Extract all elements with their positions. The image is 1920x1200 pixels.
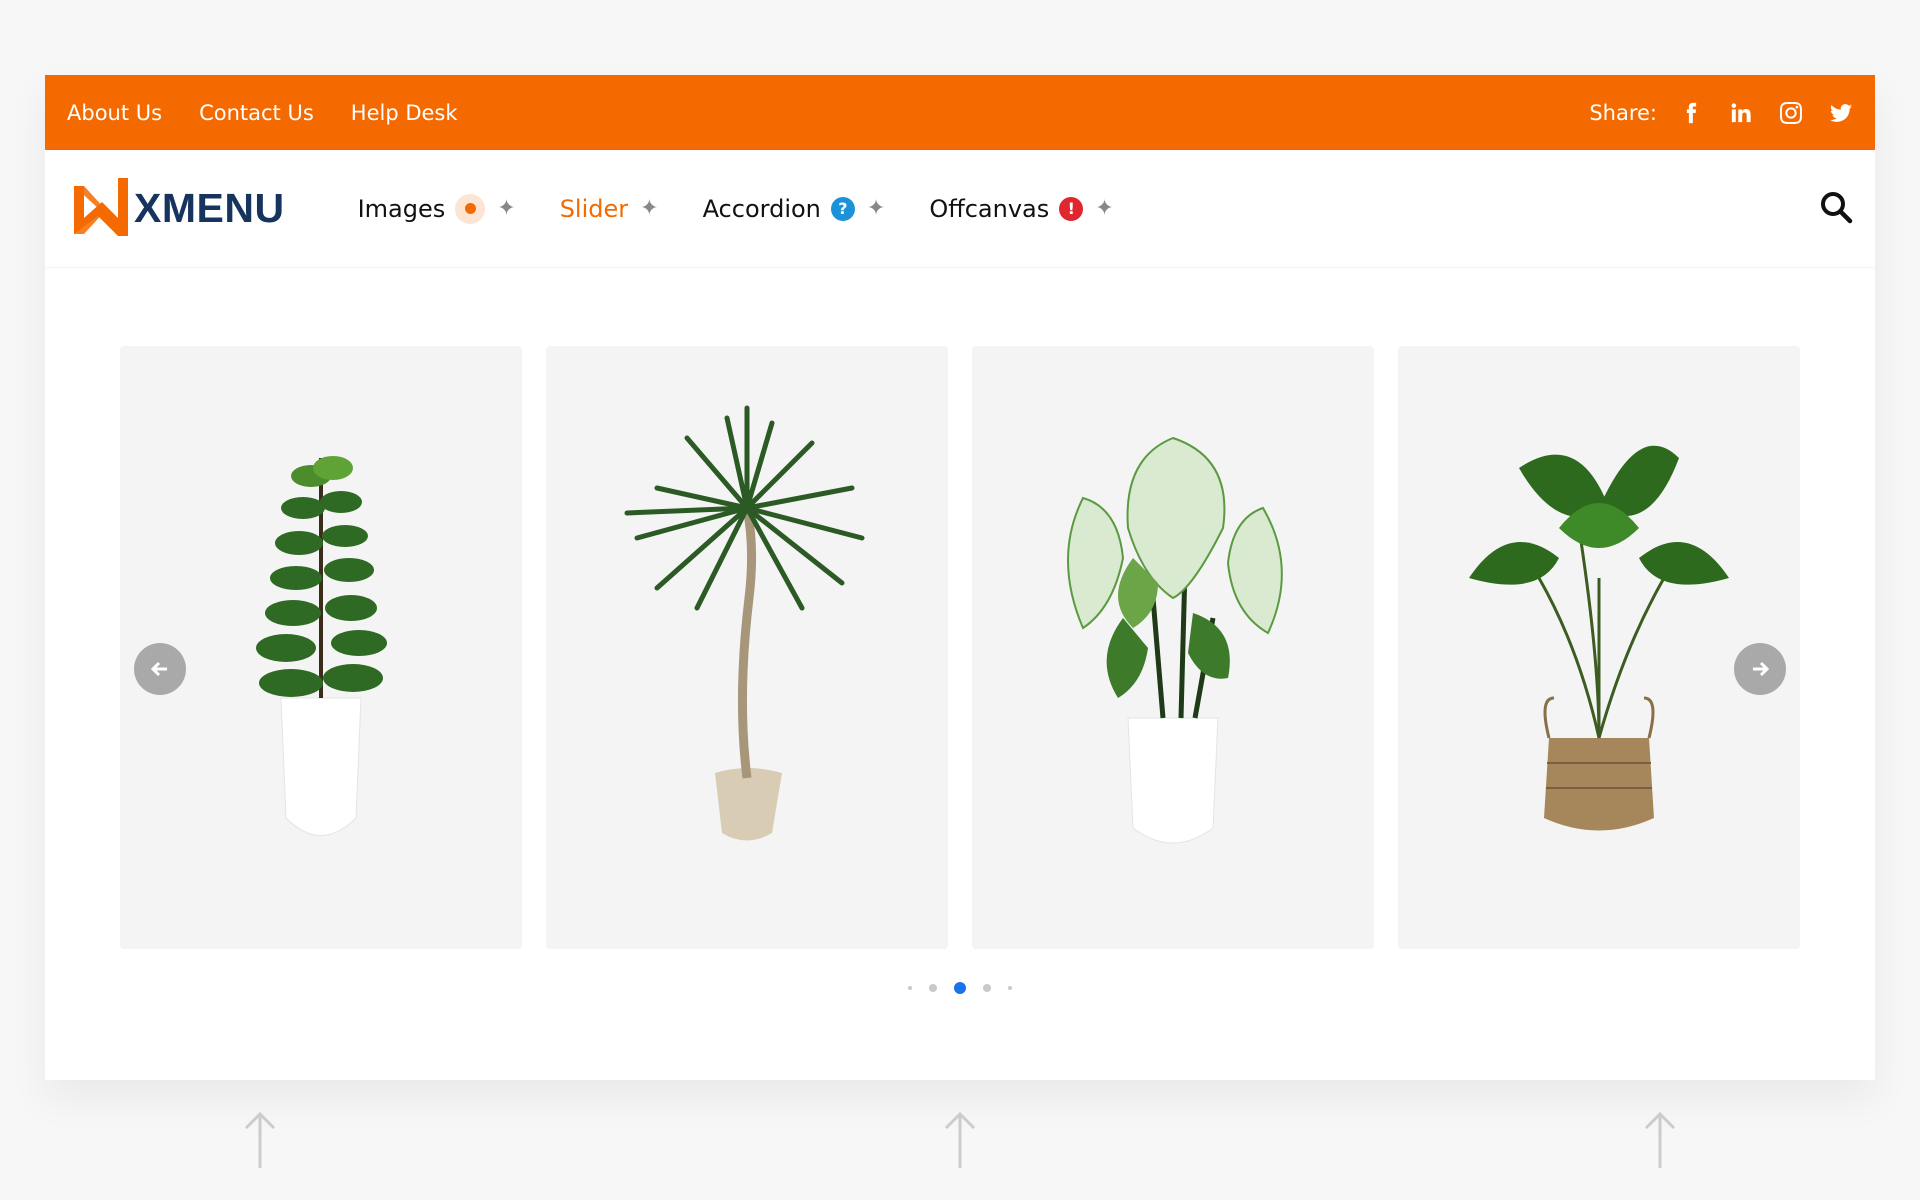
linkedin-icon[interactable] — [1729, 101, 1753, 125]
expand-plus-icon: ✦ — [497, 196, 516, 221]
menu-item-images[interactable]: Images ✦ — [357, 193, 516, 224]
pagination-dot-active[interactable] — [954, 982, 966, 994]
fan-palm-basket-image — [1469, 445, 1729, 830]
menu-item-accordion[interactable]: Accordion ? ✦ — [703, 195, 886, 223]
up-arrow-icon — [1640, 1110, 1680, 1170]
xmenu-logo[interactable]: XMENU — [70, 177, 285, 240]
top-bar: About Us Contact Us Help Desk Share: — [45, 75, 1875, 150]
xmenu-logo-mark-icon — [74, 177, 128, 236]
menu-item-label: Images — [357, 194, 446, 223]
slide-card[interactable] — [546, 346, 948, 949]
up-arrow-icon — [940, 1110, 980, 1170]
arrow-right-icon — [1753, 661, 1770, 677]
fiddle-leaf-fig-image — [256, 455, 387, 836]
expand-plus-icon: ✦ — [640, 196, 659, 221]
menu-item-label: Slider — [559, 194, 629, 223]
up-arrow-icon — [240, 1110, 280, 1170]
instagram-icon[interactable] — [1779, 101, 1803, 125]
pagination-dot[interactable] — [983, 984, 991, 992]
demo-frame: About Us Contact Us Help Desk Share: XME… — [45, 75, 1875, 1080]
alert-badge-icon: ! — [1059, 196, 1084, 221]
pagination-dot[interactable] — [908, 986, 912, 990]
arrow-left-icon — [150, 661, 167, 677]
dot-badge-icon — [455, 193, 486, 224]
product-slider — [120, 346, 1800, 949]
slider-prev-button[interactable] — [134, 643, 186, 695]
share-label: Share: — [1589, 100, 1657, 125]
top-links: About Us Contact Us Help Desk — [67, 101, 458, 125]
about-us-link[interactable]: About Us — [67, 101, 162, 125]
menu-item-label: Accordion — [702, 194, 821, 223]
slider-pagination — [45, 982, 1875, 994]
question-badge-icon: ? — [830, 196, 855, 221]
slider-next-button[interactable] — [1734, 643, 1786, 695]
dracaena-palm-image — [624, 405, 865, 840]
logo-text: XMENU — [134, 185, 285, 231]
caladium-image — [1067, 436, 1283, 843]
twitter-icon[interactable] — [1829, 101, 1853, 125]
slide-card[interactable] — [120, 346, 522, 949]
menu-item-offcanvas[interactable]: Offcanvas ! ✦ — [929, 195, 1113, 223]
menu-item-label: Offcanvas — [929, 194, 1050, 223]
contact-us-link[interactable]: Contact Us — [199, 101, 314, 125]
search-icon[interactable] — [1819, 190, 1855, 226]
primary-menu: Images ✦ Slider ✦ Accordion ? ✦ Offcanva… — [357, 193, 1114, 224]
main-nav: XMENU Images ✦ Slider ✦ Accordion ? ✦ Of… — [45, 150, 1875, 268]
expand-plus-icon: ✦ — [866, 196, 886, 221]
share-group: Share: — [1589, 101, 1853, 125]
help-desk-link[interactable]: Help Desk — [351, 101, 458, 125]
pointer-arrows — [0, 1110, 1920, 1170]
expand-plus-icon: ✦ — [1095, 196, 1114, 221]
pagination-dot[interactable] — [929, 984, 937, 992]
menu-item-slider[interactable]: Slider ✦ — [560, 195, 659, 223]
slide-card[interactable] — [1398, 346, 1800, 949]
pagination-dot[interactable] — [1008, 986, 1012, 990]
slide-card[interactable] — [972, 346, 1374, 949]
facebook-icon[interactable] — [1679, 101, 1703, 125]
